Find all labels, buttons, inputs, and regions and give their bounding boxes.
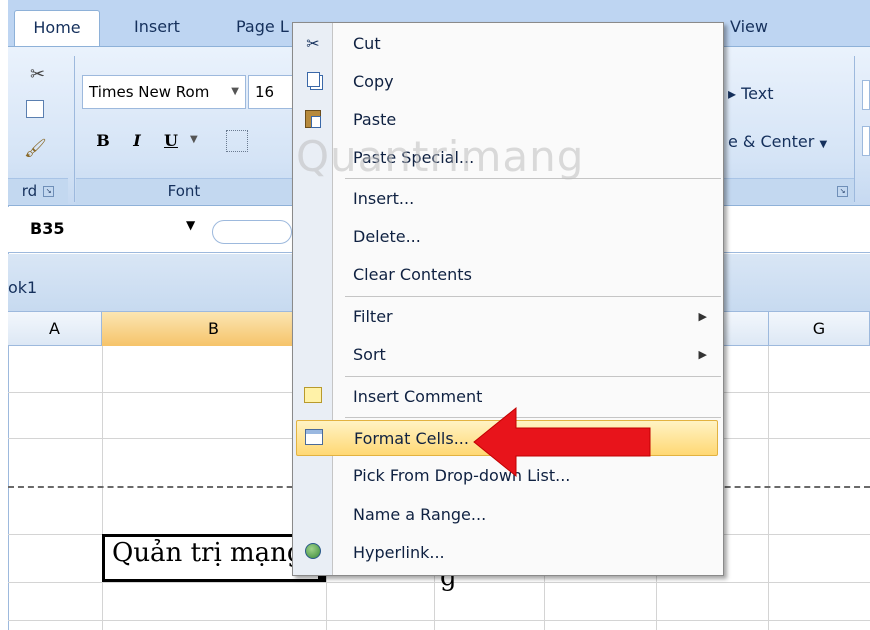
red-arrow-annotation bbox=[473, 406, 651, 478]
paste-icon bbox=[303, 110, 323, 130]
clipboard-group-label: rd bbox=[21, 182, 38, 200]
menu-item-label: Insert Comment bbox=[353, 387, 483, 406]
workbook-title: ok1 bbox=[8, 278, 38, 297]
column-header-a[interactable]: A bbox=[8, 312, 102, 346]
wrap-text-label: Text bbox=[741, 84, 774, 103]
borders-icon[interactable] bbox=[226, 130, 248, 152]
clipboard-dialog-launcher-icon[interactable]: ↘ bbox=[43, 186, 55, 197]
menu-item-sort[interactable]: Sort ▶ bbox=[293, 337, 723, 373]
formula-bar-splitter[interactable] bbox=[212, 220, 292, 244]
menu-item-label: Hyperlink... bbox=[353, 543, 445, 562]
merge-center-button[interactable]: e & Center ▼ bbox=[728, 132, 827, 151]
column-header-g[interactable]: G bbox=[768, 312, 870, 346]
grid-column-line bbox=[768, 346, 769, 630]
tab-insert[interactable]: Insert bbox=[124, 10, 190, 46]
next-group-control[interactable] bbox=[862, 80, 870, 110]
font-size-combo[interactable]: 16 bbox=[248, 75, 294, 109]
wrap-text-button[interactable]: ▸ Text bbox=[728, 84, 773, 103]
copy-icon[interactable] bbox=[26, 100, 44, 118]
menu-item-label: Name a Range... bbox=[353, 505, 487, 524]
menu-item-label: Insert... bbox=[353, 189, 415, 208]
font-group-footer: Font bbox=[76, 178, 292, 204]
cut-icon[interactable]: ✂ bbox=[30, 64, 45, 85]
submenu-arrow-icon: ▶ bbox=[698, 310, 707, 323]
font-size-value: 16 bbox=[255, 83, 275, 101]
menu-separator bbox=[345, 376, 721, 377]
group-separator bbox=[854, 56, 855, 202]
menu-item-delete[interactable]: Delete... bbox=[293, 219, 723, 255]
menu-item-cut[interactable]: ✂ Cut bbox=[293, 26, 723, 62]
watermark-text: Quantrimang bbox=[296, 132, 585, 181]
name-box-dropdown-icon[interactable]: ▼ bbox=[186, 218, 195, 232]
next-group-control[interactable] bbox=[862, 126, 870, 156]
clipboard-group-footer: rd ↘ bbox=[8, 178, 68, 204]
menu-item-label: Format Cells... bbox=[354, 429, 469, 448]
italic-button[interactable]: I bbox=[124, 128, 150, 154]
comment-icon bbox=[303, 387, 323, 407]
underline-button[interactable]: U bbox=[158, 128, 184, 154]
font-name-dropdown-icon[interactable]: ▼ bbox=[231, 76, 239, 108]
menu-item-hyperlink[interactable]: Hyperlink... bbox=[293, 535, 723, 571]
menu-item-label: Copy bbox=[353, 72, 394, 91]
grid-row-line bbox=[8, 620, 870, 621]
menu-item-label: Filter bbox=[353, 307, 393, 326]
menu-item-clear-contents[interactable]: Clear Contents bbox=[293, 257, 723, 293]
format-cells-icon bbox=[304, 429, 324, 449]
tab-view[interactable]: View bbox=[720, 10, 778, 46]
name-box[interactable]: B35 bbox=[20, 214, 206, 246]
font-group-label: Font bbox=[167, 182, 201, 200]
font-name-value: Times New Rom bbox=[89, 83, 210, 101]
font-name-combo[interactable]: Times New Rom ▼ bbox=[82, 75, 246, 109]
bold-button[interactable]: B bbox=[90, 128, 116, 154]
menu-item-label: Sort bbox=[353, 345, 386, 364]
grid-column-line bbox=[102, 346, 103, 630]
copy-icon bbox=[303, 72, 323, 92]
underline-dropdown-icon[interactable]: ▼ bbox=[190, 134, 198, 145]
menu-item-copy[interactable]: Copy bbox=[293, 64, 723, 100]
menu-item-label: Cut bbox=[353, 34, 381, 53]
menu-item-insert[interactable]: Insert... bbox=[293, 181, 723, 217]
merge-center-label: e & Center bbox=[728, 132, 815, 151]
format-painter-icon[interactable]: 🖌 bbox=[24, 138, 47, 159]
submenu-arrow-icon: ▶ bbox=[698, 348, 707, 361]
menu-separator bbox=[345, 296, 721, 297]
cell-text: Quản trị mạng bbox=[112, 538, 304, 568]
menu-item-label: Delete... bbox=[353, 227, 421, 246]
scissors-icon: ✂ bbox=[306, 34, 320, 53]
alignment-group-footer: ↘ bbox=[724, 178, 854, 204]
grid-row-line bbox=[8, 582, 870, 583]
menu-item-filter[interactable]: Filter ▶ bbox=[293, 299, 723, 335]
hyperlink-icon bbox=[303, 543, 323, 563]
tab-home[interactable]: Home bbox=[14, 10, 100, 46]
alignment-dialog-launcher-icon[interactable]: ↘ bbox=[837, 186, 848, 197]
group-separator bbox=[74, 56, 75, 202]
tab-page-layout[interactable]: Page L bbox=[226, 10, 299, 46]
menu-item-name-a-range[interactable]: Name a Range... bbox=[293, 497, 723, 533]
menu-item-label: Clear Contents bbox=[353, 265, 472, 284]
merge-dropdown-icon[interactable]: ▼ bbox=[819, 139, 827, 150]
